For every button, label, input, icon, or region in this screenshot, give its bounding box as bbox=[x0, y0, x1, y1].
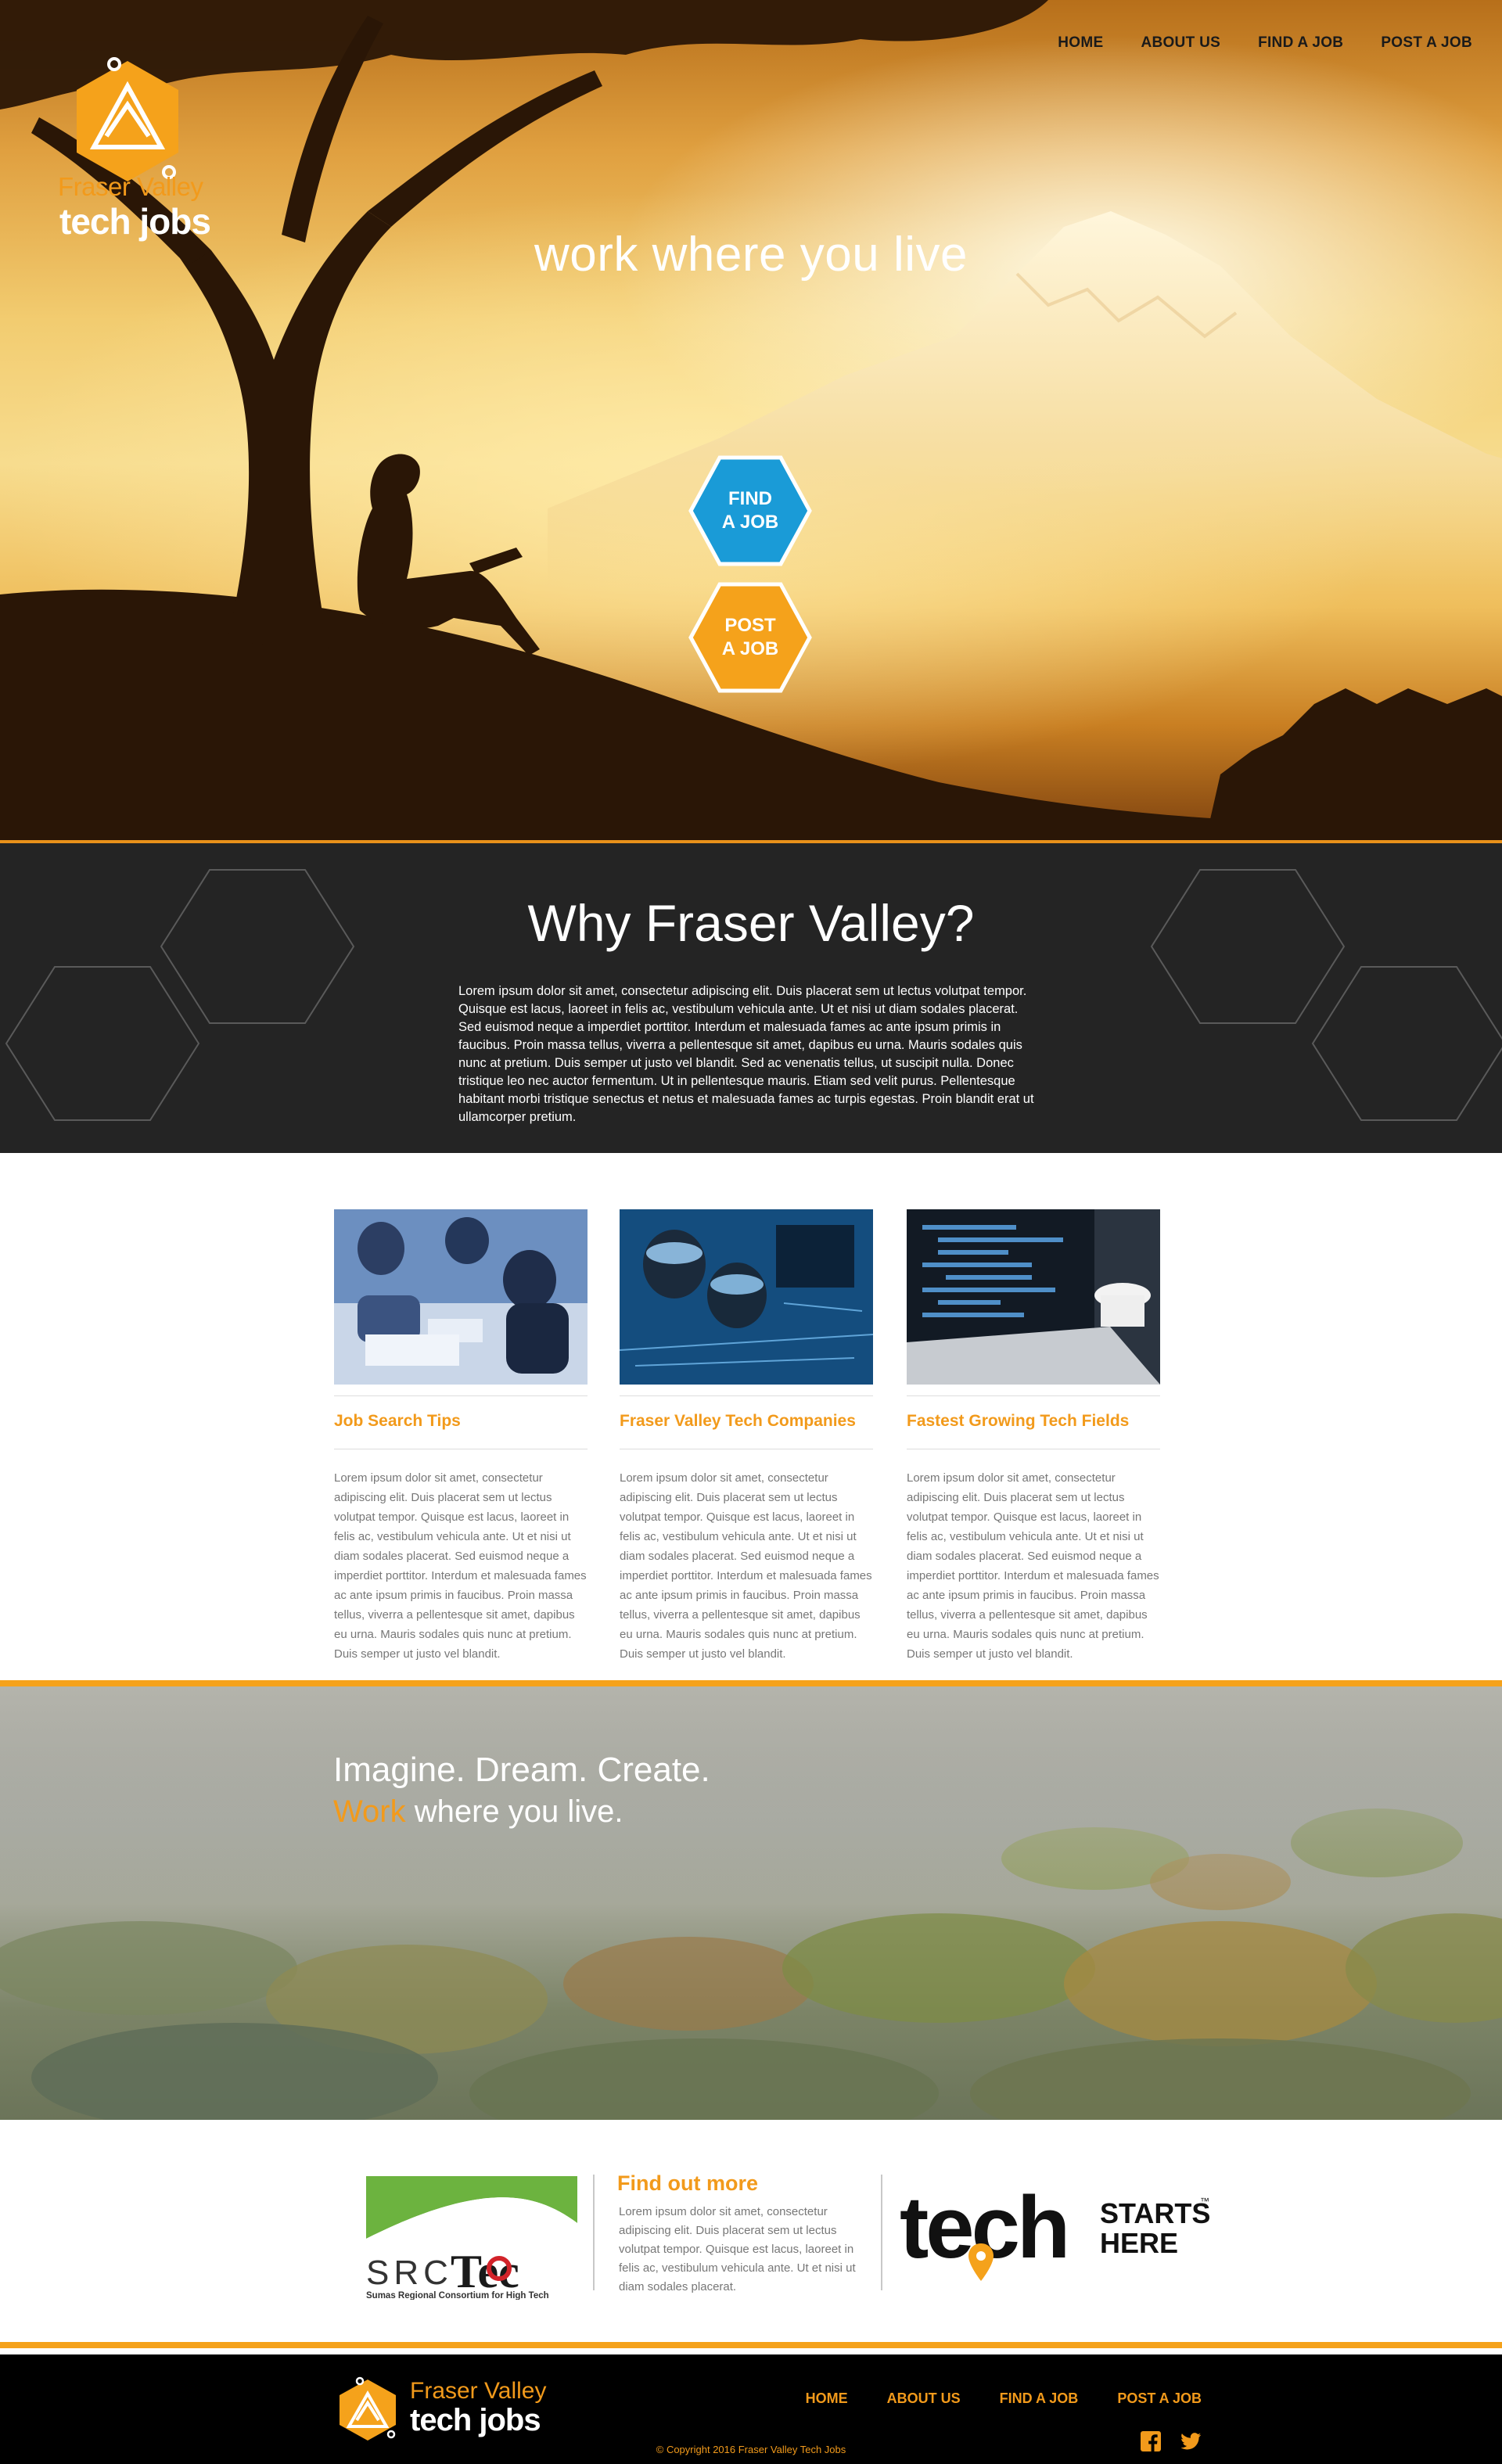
imagine-headline: Imagine. Dream. Create. bbox=[333, 1751, 710, 1789]
brand-logo[interactable]: Fraser Valley tech jobs bbox=[58, 47, 230, 242]
card-body-text: Lorem ipsum dolor sit amet, consectetur … bbox=[620, 1471, 872, 1661]
tech-tagline-here: HERE bbox=[1100, 2227, 1178, 2259]
why-section: Why Fraser Valley? Lorem ipsum dolor sit… bbox=[0, 843, 1502, 1153]
footer-brand-logo[interactable]: Fraser Valley tech jobs bbox=[335, 2373, 554, 2444]
post-a-job-button[interactable]: POST A JOB bbox=[688, 582, 812, 693]
feature-cards-section: Job Search Tips Lorem ipsum dolor sit am… bbox=[0, 1153, 1502, 1682]
logo-hexagon-icon bbox=[77, 57, 178, 181]
main-nav: HOME ABOUT US FIND A JOB POST A JOB bbox=[1058, 34, 1472, 52]
footer-nav: HOME ABOUT US FIND A JOB POST A JOB bbox=[806, 2390, 1202, 2407]
post-button-line1: POST bbox=[724, 615, 776, 636]
find-out-more-text: Lorem ipsum dolor sit amet, consectetur … bbox=[619, 2205, 856, 2293]
find-out-more-title[interactable]: Find out more bbox=[617, 2171, 758, 2196]
footer-logo-hexagon-icon bbox=[340, 2376, 396, 2441]
imagine-highlight-word: Work bbox=[333, 1794, 406, 1829]
srctec-caption: Sumas Regional Consortium for High Tech bbox=[366, 2291, 549, 2300]
partners-section: SRC Tec Sumas Regional Consortium for Hi… bbox=[0, 2120, 1502, 2342]
trademark-symbol: ™ bbox=[1200, 2196, 1209, 2207]
card-job-search-tips: Job Search Tips Lorem ipsum dolor sit am… bbox=[334, 1209, 588, 1664]
card-divider bbox=[907, 1395, 1160, 1396]
brand-name-line1: Fraser Valley bbox=[58, 172, 203, 201]
imagine-subheadline-rest: where you live. bbox=[405, 1794, 623, 1829]
why-title: Why Fraser Valley? bbox=[527, 894, 975, 952]
footer-nav-post-a-job[interactable]: POST A JOB bbox=[1117, 2390, 1202, 2407]
misty-forest-image bbox=[0, 1686, 1502, 2120]
srctec-wordmark: SRC bbox=[366, 2254, 453, 2292]
card-image-circuit-board[interactable] bbox=[620, 1209, 873, 1385]
tech-tagline-starts: STARTS bbox=[1100, 2197, 1210, 2229]
find-a-job-button[interactable]: FIND A JOB bbox=[688, 455, 812, 566]
find-button-line1: FIND bbox=[728, 488, 772, 509]
card-divider bbox=[334, 1395, 588, 1396]
card-body-text: Lorem ipsum dolor sit amet, consectetur … bbox=[334, 1471, 587, 1661]
nav-about-us[interactable]: ABOUT US bbox=[1141, 34, 1220, 52]
imagine-section: Imagine. Dream. Create. Work where you l… bbox=[0, 1686, 1502, 2120]
card-fastest-growing-tech-fields: Fastest Growing Tech Fields Lorem ipsum … bbox=[907, 1209, 1160, 1664]
srctec-logo[interactable]: SRC Tec Sumas Regional Consortium for Hi… bbox=[366, 2176, 577, 2300]
footer-nav-find-a-job[interactable]: FIND A JOB bbox=[1000, 2390, 1079, 2407]
imagine-subheadline: Work where you live. bbox=[333, 1794, 623, 1830]
hero-section: Fraser Valley tech jobs HOME ABOUT US FI… bbox=[0, 0, 1502, 843]
nav-post-a-job[interactable]: POST A JOB bbox=[1381, 34, 1472, 52]
partner-divider-right bbox=[881, 2175, 882, 2290]
card-title[interactable]: Fraser Valley Tech Companies bbox=[620, 1412, 873, 1449]
card-title[interactable]: Job Search Tips bbox=[334, 1412, 588, 1449]
why-body-text: Lorem ipsum dolor sit amet, consectetur … bbox=[458, 984, 1034, 1124]
nav-find-a-job[interactable]: FIND A JOB bbox=[1258, 34, 1343, 52]
footer-divider bbox=[0, 2342, 1502, 2348]
card-title[interactable]: Fastest Growing Tech Fields bbox=[907, 1412, 1160, 1449]
footer-nav-about-us[interactable]: ABOUT US bbox=[887, 2390, 961, 2407]
card-body-text: Lorem ipsum dolor sit amet, consectetur … bbox=[907, 1471, 1159, 1661]
imagine-divider bbox=[0, 1680, 1502, 1686]
nav-home[interactable]: HOME bbox=[1058, 34, 1103, 52]
footer-brand-line1: Fraser Valley bbox=[410, 2378, 547, 2404]
tech-starts-here-logo[interactable]: tech STARTS HERE ™ bbox=[900, 2182, 1213, 2292]
card-image-laptop-code[interactable] bbox=[907, 1209, 1160, 1385]
post-button-line2: A JOB bbox=[721, 638, 779, 659]
footer-nav-home[interactable]: HOME bbox=[806, 2390, 848, 2407]
card-fraser-valley-tech-companies: Fraser Valley Tech Companies Lorem ipsum… bbox=[620, 1209, 873, 1664]
card-image-people-working[interactable] bbox=[334, 1209, 588, 1385]
site-footer: Fraser Valley tech jobs HOME ABOUT US FI… bbox=[0, 2354, 1502, 2464]
partner-divider-left bbox=[593, 2175, 595, 2290]
find-button-line2: A JOB bbox=[721, 512, 779, 533]
copyright-text: © Copyright 2016 Fraser Valley Tech Jobs bbox=[656, 2444, 846, 2455]
hero-tagline: work where you live bbox=[534, 228, 968, 282]
card-divider bbox=[620, 1395, 873, 1396]
footer-brand-line2: tech jobs bbox=[410, 2403, 541, 2437]
